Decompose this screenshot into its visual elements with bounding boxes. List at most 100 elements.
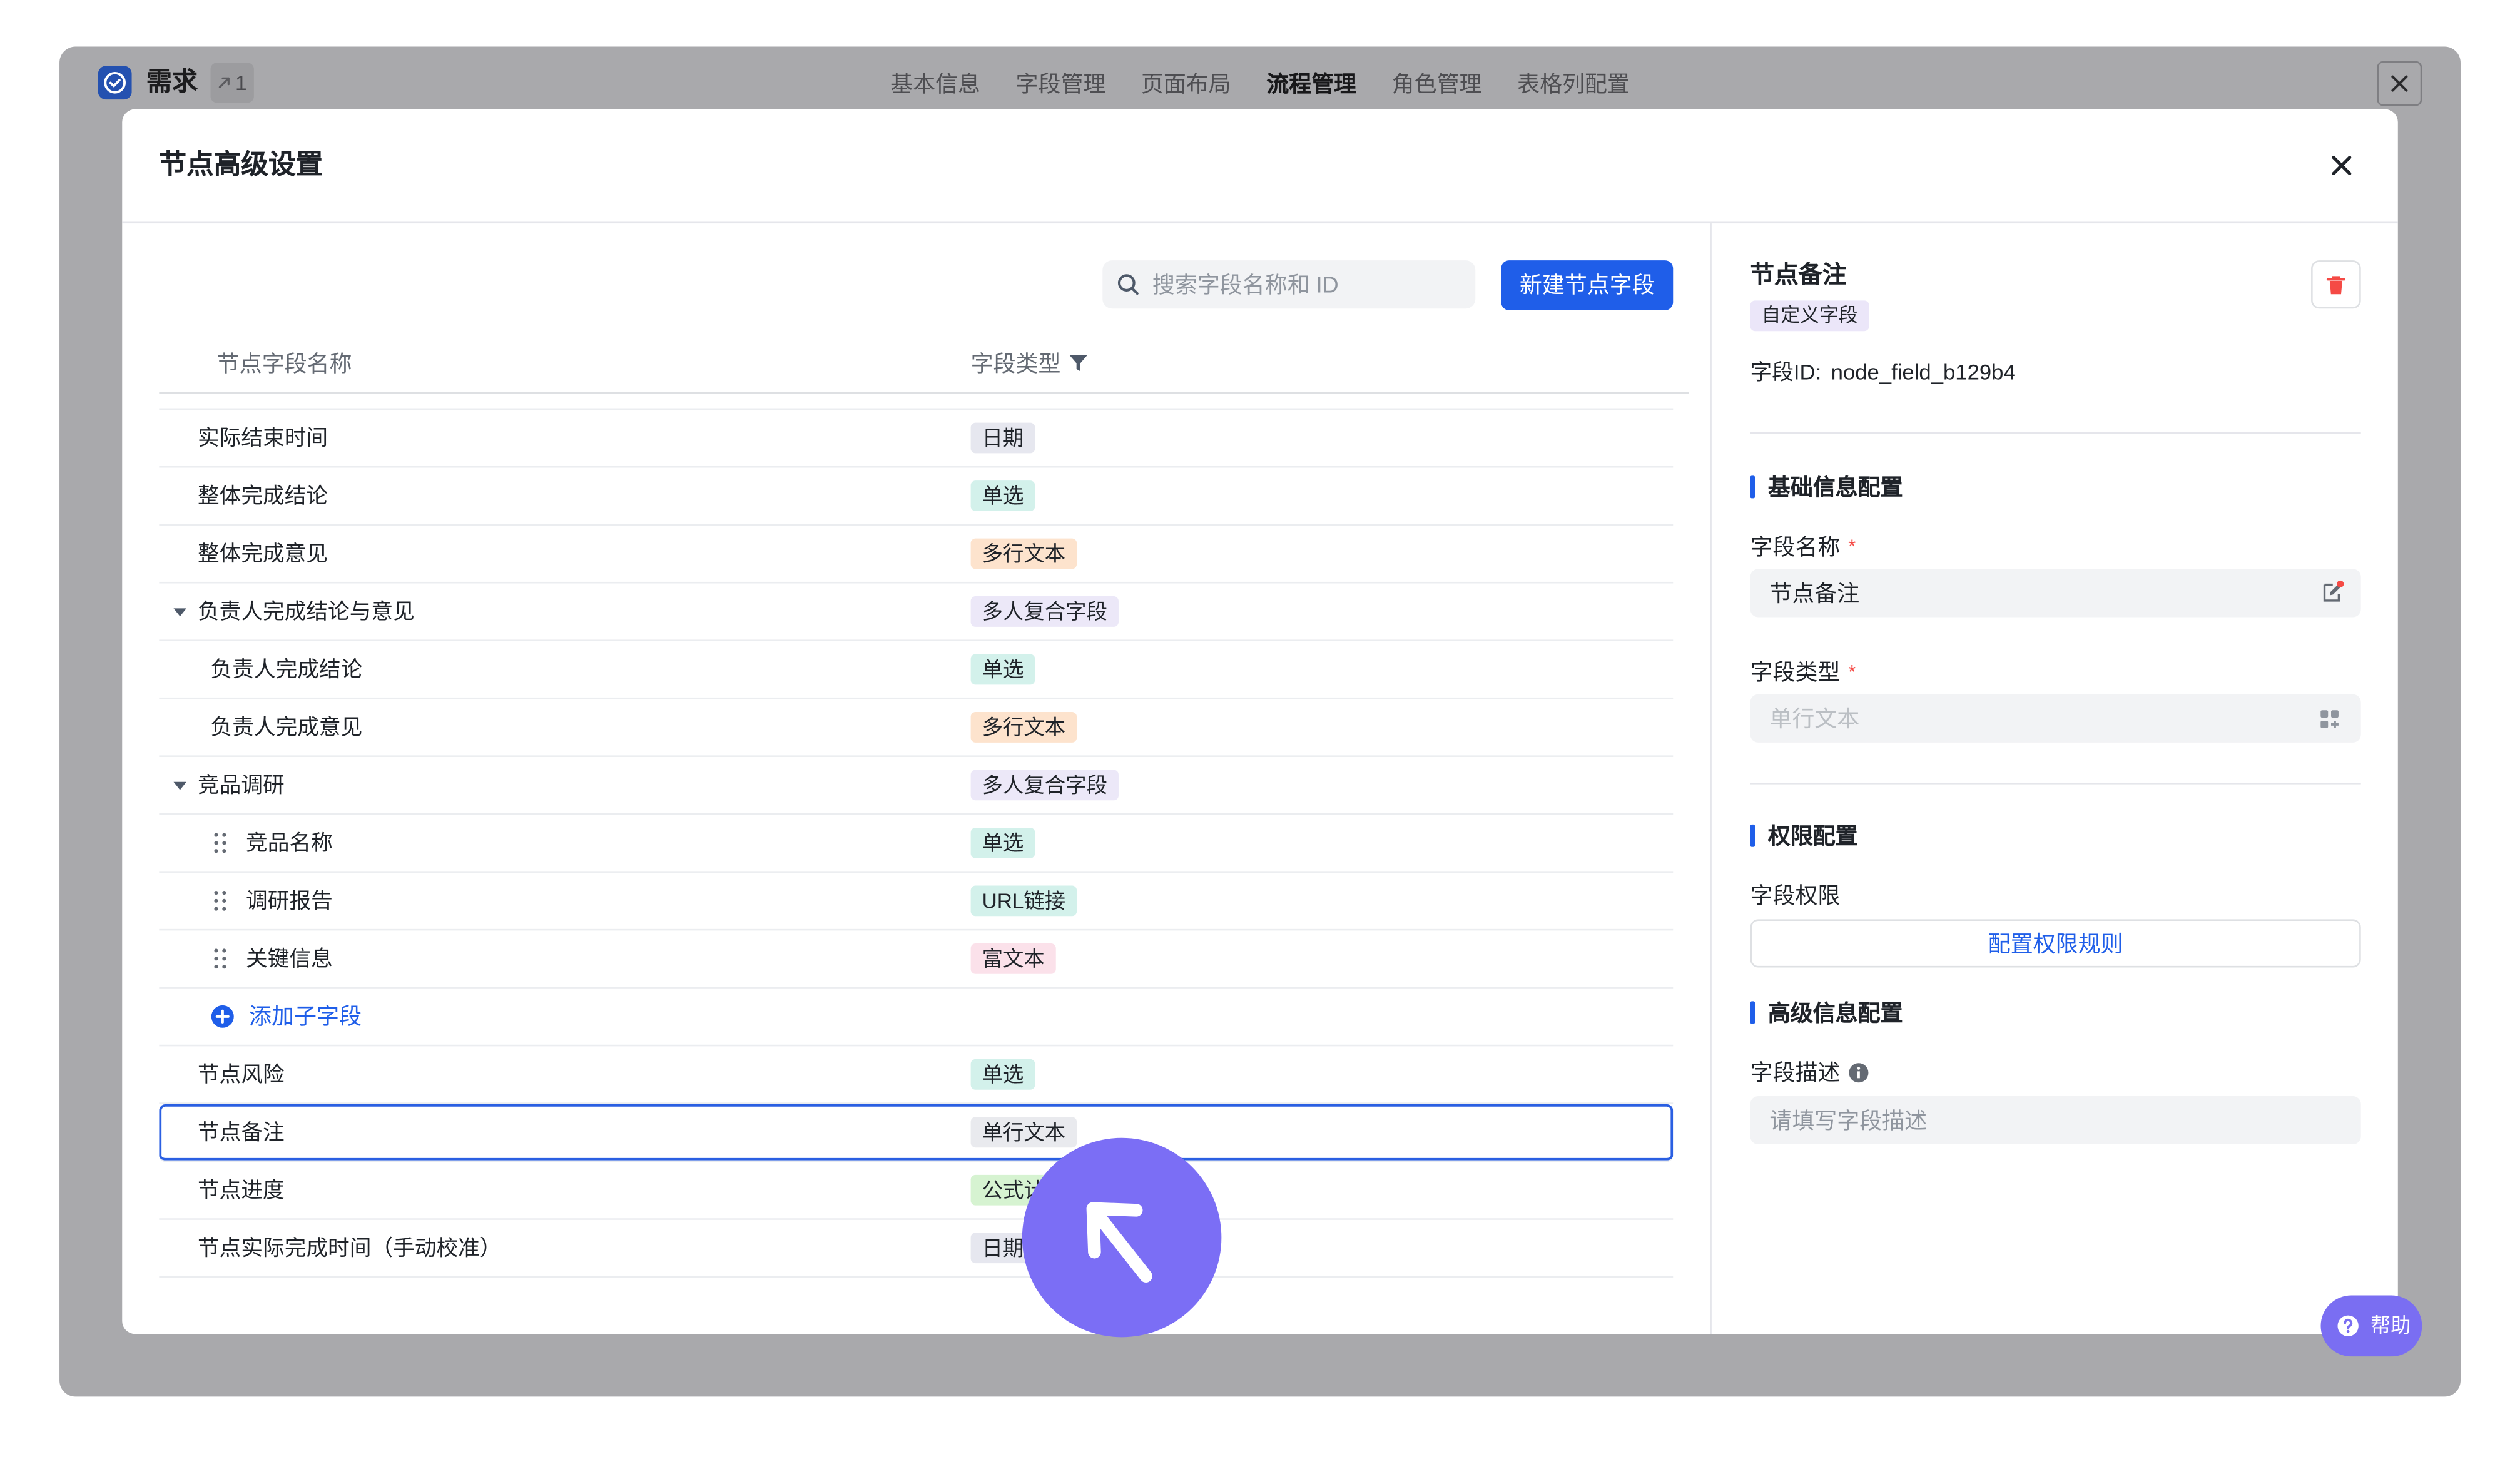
top-tabs: 基本信息 字段管理 页面布局 流程管理 角色管理 表格列配置 bbox=[890, 68, 1630, 99]
field-description-input[interactable] bbox=[1769, 1095, 2300, 1145]
field-name-input[interactable] bbox=[1769, 569, 2300, 618]
filter-icon[interactable] bbox=[1069, 353, 1088, 373]
table-row[interactable]: 节点实际完成时间（手动校准） 日期 bbox=[159, 1220, 1674, 1278]
table-row[interactable]: 竞品调研 多人复合字段 bbox=[159, 757, 1674, 815]
field-name: 整体完成意见 bbox=[197, 541, 328, 566]
field-name-label: 字段名称 * bbox=[1750, 532, 1856, 561]
table-row[interactable]: 负责人完成结论 单选 bbox=[159, 641, 1674, 699]
apps-icon bbox=[2319, 709, 2340, 729]
field-name: 节点备注 bbox=[197, 1120, 285, 1145]
table-row[interactable]: 节点备注 单行文本 bbox=[159, 1104, 1674, 1162]
field-type-tag: 单选 bbox=[970, 654, 1035, 685]
node-advanced-settings-modal: 节点高级设置 新建节点字段 节点字段名称 字段类型 实际结束时间 日期整体完成结论… bbox=[122, 109, 2398, 1334]
table-row[interactable]: 负责人完成结论与意见 多人复合字段 bbox=[159, 584, 1674, 641]
header-divider bbox=[122, 221, 2398, 224]
field-name: 节点风险 bbox=[197, 1062, 285, 1087]
column-header-field-type: 字段类型 bbox=[970, 350, 1061, 377]
table-row[interactable]: 负责人完成意见 多行文本 bbox=[159, 699, 1674, 757]
share-icon bbox=[218, 76, 232, 90]
field-description-label: 字段描述 bbox=[1750, 1057, 1869, 1086]
field-id: 字段ID: node_field_b129b4 bbox=[1750, 358, 2016, 387]
field-description-input-box[interactable] bbox=[1750, 1095, 2361, 1145]
field-permission-label-text: 字段权限 bbox=[1750, 882, 1841, 908]
drag-handle-icon[interactable] bbox=[214, 948, 227, 969]
search-box[interactable] bbox=[1102, 260, 1476, 309]
close-icon bbox=[2330, 155, 2353, 177]
search-input[interactable] bbox=[1152, 260, 1466, 309]
field-name-input-box[interactable] bbox=[1750, 569, 2361, 618]
section-accent-bar bbox=[1750, 824, 1755, 847]
table-row[interactable]: 整体完成结论 单选 bbox=[159, 468, 1674, 526]
table-row[interactable]: 节点进度 公式计算 bbox=[159, 1162, 1674, 1220]
modal-close-button[interactable] bbox=[2330, 155, 2353, 177]
field-name: 节点进度 bbox=[197, 1178, 285, 1202]
caret-down-icon[interactable] bbox=[172, 606, 188, 619]
circle-check-icon bbox=[98, 66, 132, 100]
field-name: 整体完成结论 bbox=[197, 484, 328, 508]
tab-basic-info[interactable]: 基本信息 bbox=[890, 68, 980, 99]
required-mark: * bbox=[1848, 535, 1856, 558]
advanced-section-title: 高级信息配置 bbox=[1767, 999, 1903, 1025]
panel-divider bbox=[1710, 223, 1712, 1334]
field-name: 关键信息 bbox=[246, 947, 333, 971]
table-row[interactable]: 节点风险 单选 bbox=[159, 1046, 1674, 1104]
plus-circle-icon[interactable] bbox=[211, 1005, 235, 1029]
tab-role-management[interactable]: 角色管理 bbox=[1392, 68, 1482, 99]
field-name: 节点实际完成时间（手动校准） bbox=[197, 1236, 502, 1261]
help-icon bbox=[2337, 1314, 2359, 1337]
search-icon bbox=[1117, 273, 1139, 296]
help-button[interactable]: 帮助 bbox=[2320, 1295, 2422, 1357]
window-close-button[interactable] bbox=[2377, 61, 2422, 106]
permission-section-title: 权限配置 bbox=[1767, 823, 1858, 849]
section-accent-bar bbox=[1750, 1001, 1755, 1024]
column-header-field-name: 节点字段名称 bbox=[216, 350, 352, 377]
field-type-tag: 单选 bbox=[970, 827, 1035, 858]
field-type-tag: 富文本 bbox=[970, 943, 1056, 974]
field-type-tag: 日期 bbox=[970, 422, 1035, 454]
caret-down-icon[interactable] bbox=[172, 780, 188, 793]
tab-table-column-config[interactable]: 表格列配置 bbox=[1517, 68, 1630, 99]
drag-handle-icon[interactable] bbox=[214, 833, 227, 853]
table-row[interactable]: 关键信息 富文本 bbox=[159, 930, 1674, 989]
basic-info-section-title: 基础信息配置 bbox=[1767, 474, 1903, 500]
configure-permission-rules-button[interactable]: 配置权限规则 bbox=[1750, 919, 2361, 968]
tab-workflow-management[interactable]: 流程管理 bbox=[1266, 68, 1356, 99]
detail-divider bbox=[1750, 432, 2361, 434]
table-row[interactable]: 竞品名称 单选 bbox=[159, 815, 1674, 873]
table-row[interactable]: 整体完成意见 多行文本 bbox=[159, 526, 1674, 584]
trash-icon bbox=[2325, 274, 2346, 295]
field-type-tag: 单选 bbox=[970, 480, 1035, 511]
section-accent-bar bbox=[1750, 475, 1755, 499]
info-icon[interactable] bbox=[1848, 1062, 1869, 1082]
field-name: 负责人完成意见 bbox=[210, 715, 363, 740]
field-description-label-text: 字段描述 bbox=[1750, 1059, 1841, 1085]
field-type-tag: 多人复合字段 bbox=[970, 596, 1119, 627]
detail-title: 节点备注 bbox=[1750, 262, 1847, 290]
app-title: 需求 bbox=[146, 69, 198, 97]
share-badge[interactable]: 1 bbox=[210, 63, 254, 103]
drag-handle-icon[interactable] bbox=[214, 890, 227, 911]
add-child-field-button[interactable]: 添加子字段 bbox=[249, 989, 362, 1045]
tab-field-management[interactable]: 字段管理 bbox=[1016, 68, 1106, 99]
field-type-tag: 多人复合字段 bbox=[970, 770, 1119, 801]
field-type-select: 单行文本 bbox=[1750, 694, 2361, 743]
field-name: 竞品名称 bbox=[246, 831, 333, 855]
detail-divider bbox=[1750, 783, 2361, 785]
delete-field-button[interactable] bbox=[2311, 260, 2361, 309]
field-name: 实际结束时间 bbox=[197, 425, 328, 450]
edit-icon[interactable] bbox=[2320, 580, 2345, 604]
custom-field-badge: 自定义字段 bbox=[1750, 300, 1869, 332]
tab-page-layout[interactable]: 页面布局 bbox=[1141, 68, 1231, 99]
field-name: 负责人完成结论与意见 bbox=[197, 599, 415, 624]
modal-title: 节点高级设置 bbox=[159, 149, 323, 180]
table-row[interactable]: 实际结束时间 日期 bbox=[159, 410, 1674, 468]
field-name-label-text: 字段名称 bbox=[1750, 533, 1841, 559]
new-node-field-button[interactable]: 新建节点字段 bbox=[1501, 260, 1674, 310]
field-name: 负责人完成结论 bbox=[210, 657, 363, 682]
table-row[interactable]: 调研报告 URL链接 bbox=[159, 873, 1674, 931]
help-label: 帮助 bbox=[2370, 1314, 2411, 1338]
field-type-tag: 多行文本 bbox=[970, 712, 1077, 743]
add-child-field-row[interactable]: 添加子字段 bbox=[159, 989, 1674, 1047]
field-type-label-text: 字段类型 bbox=[1750, 659, 1841, 685]
share-count: 1 bbox=[235, 71, 247, 95]
